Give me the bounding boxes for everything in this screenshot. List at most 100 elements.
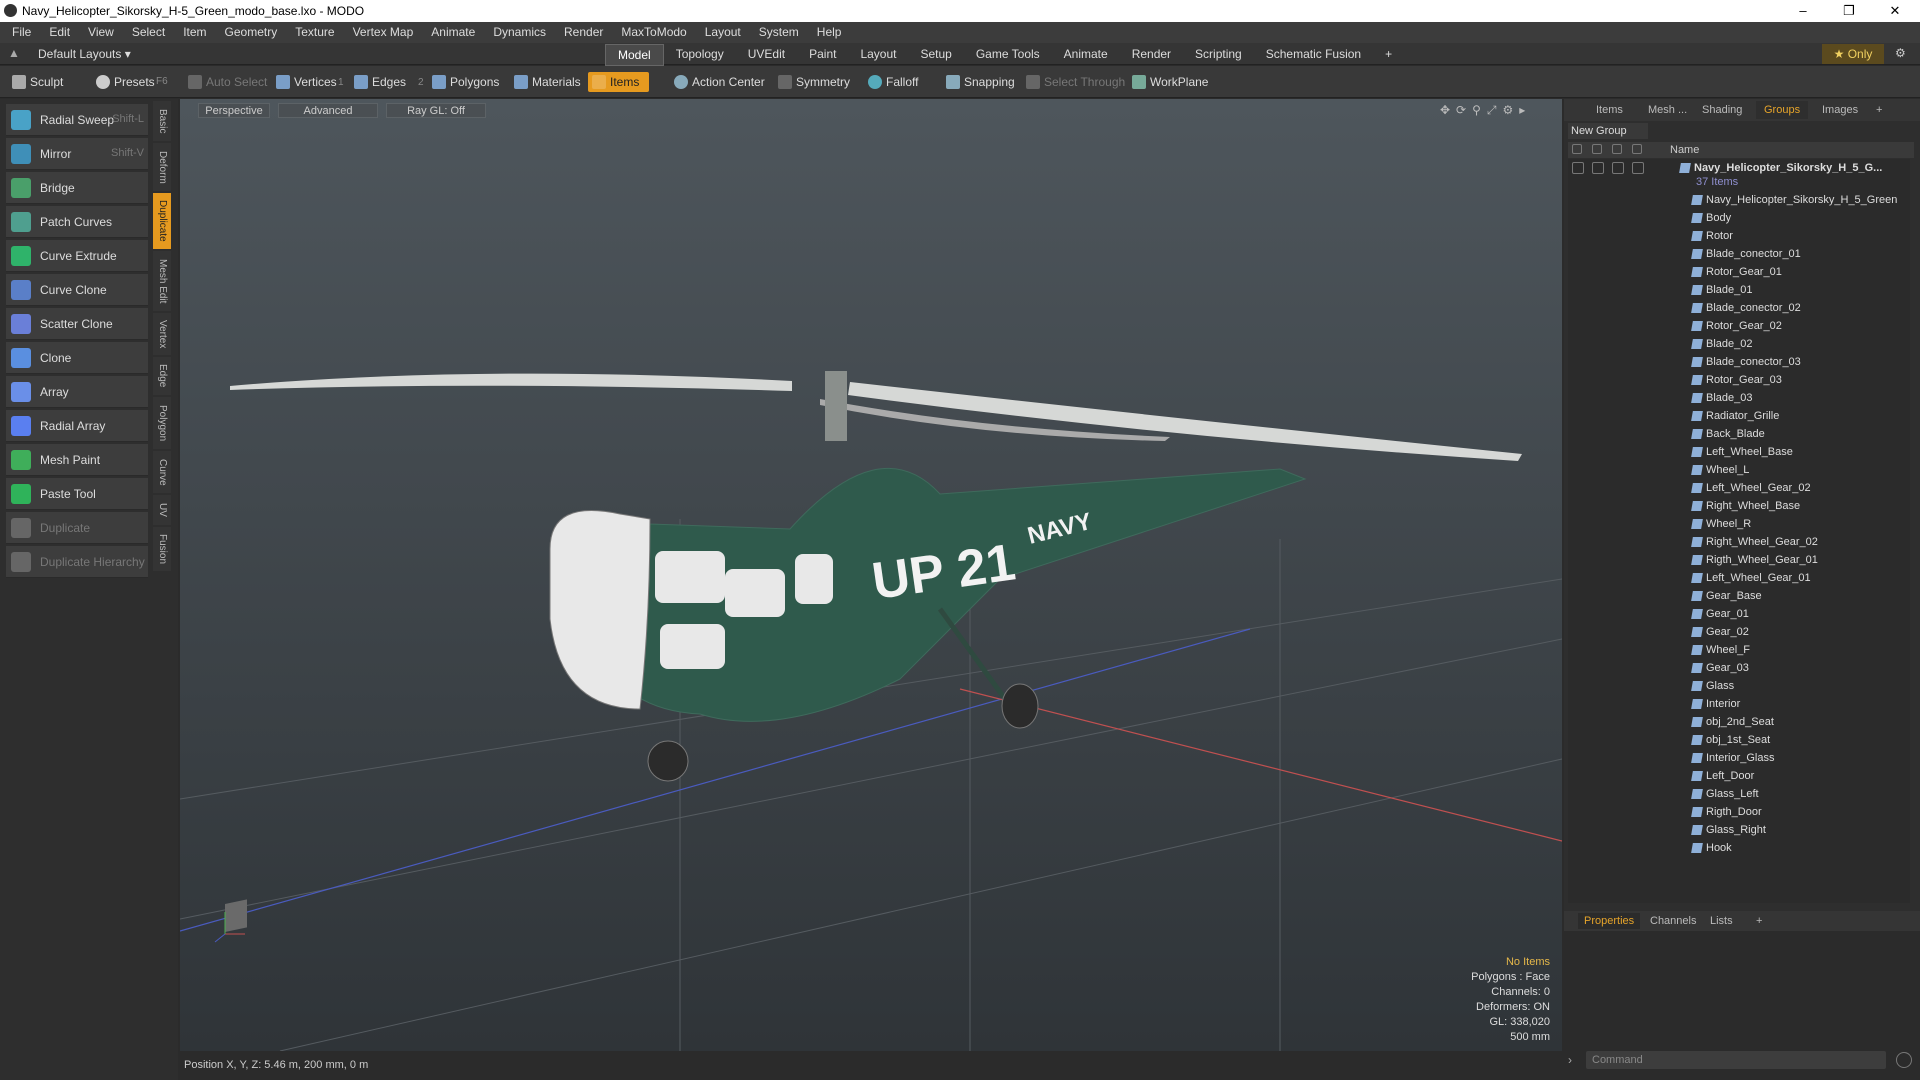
menu-animate[interactable]: Animate [422,22,484,43]
list-item[interactable]: Wheel_F [1568,641,1910,659]
materials-button[interactable]: Materials [510,72,581,92]
list-item[interactable]: obj_2nd_Seat [1568,713,1910,731]
list-item[interactable]: Rigth_Wheel_Gear_01 [1568,551,1910,569]
menu-render[interactable]: Render [555,22,612,43]
right-tab-shading[interactable]: Shading [1694,101,1750,119]
tab-layout[interactable]: Layout [848,44,908,66]
tool-duplicate-hierarchy[interactable]: Duplicate Hierarchy [6,546,148,578]
tool-curve-extrude[interactable]: Curve Extrude [6,240,148,272]
list-item[interactable]: Glass [1568,677,1910,695]
select-through-button[interactable]: Select Through [1022,72,1125,92]
workplane-button[interactable]: WorkPlane [1128,72,1208,92]
tab--[interactable]: + [1373,44,1404,66]
tab-game-tools[interactable]: Game Tools [964,44,1052,66]
vertices-button[interactable]: Vertices [272,72,337,92]
menu-texture[interactable]: Texture [286,22,343,43]
bottom-tab-properties[interactable]: Properties [1578,913,1641,929]
tool-scatter-clone[interactable]: Scatter Clone [6,308,148,340]
menu-edit[interactable]: Edit [40,22,79,43]
vtab-duplicate[interactable]: Duplicate [153,193,171,249]
right-tab-groups[interactable]: Groups [1756,101,1809,119]
list-item[interactable]: Blade_conector_03 [1568,353,1910,371]
list-item[interactable]: Body [1568,209,1910,227]
list-item[interactable]: Navy_Helicopter_Sikorsky_H_5_Green [1568,191,1910,209]
list-item[interactable]: Hook [1568,839,1910,857]
vtab-fusion[interactable]: Fusion [153,527,171,571]
restore-icon[interactable]: ❐ [1826,0,1872,22]
menu-file[interactable]: File [0,22,40,43]
tab-scripting[interactable]: Scripting [1183,44,1254,66]
list-item[interactable]: Wheel_L [1568,461,1910,479]
vtab-curve[interactable]: Curve [153,451,171,493]
menu-view[interactable]: View [79,22,123,43]
tool-bridge[interactable]: Bridge [6,172,148,204]
layout-dropdown[interactable]: Default Layouts ▾ [38,47,131,61]
new-group-button[interactable]: New Group [1568,123,1648,139]
right-tab-items[interactable]: Items [1588,101,1631,119]
polygons-button[interactable]: Polygons [428,72,499,92]
tab-uvedit[interactable]: UVEdit [736,44,797,66]
list-item[interactable]: Glass_Right [1568,821,1910,839]
auto-select-button[interactable]: Auto Select [184,72,267,92]
bottom-tab--[interactable]: + [1750,913,1768,929]
list-item[interactable]: Glass_Left [1568,785,1910,803]
list-item[interactable]: Right_Wheel_Gear_02 [1568,533,1910,551]
list-item[interactable]: Wheel_R [1568,515,1910,533]
sculpt-button[interactable]: Sculpt [8,72,63,92]
right-tab-mesh-[interactable]: Mesh ... [1640,101,1695,119]
info-icon[interactable] [1632,144,1642,154]
edges-button[interactable]: Edges [350,72,406,92]
menu-dynamics[interactable]: Dynamics [484,22,555,43]
list-item[interactable]: Gear_01 [1568,605,1910,623]
tab-schematic-fusion[interactable]: Schematic Fusion [1254,44,1373,66]
list-item[interactable]: Gear_Base [1568,587,1910,605]
tab-topology[interactable]: Topology [664,44,736,66]
tab-model[interactable]: Model [605,44,664,66]
tab-setup[interactable]: Setup [908,44,963,66]
command-history-icon[interactable] [1896,1052,1912,1068]
falloff-button[interactable]: Falloff [864,72,918,92]
vtab-mesh-edit[interactable]: Mesh Edit [153,251,171,311]
list-item[interactable]: Left_Wheel_Base [1568,443,1910,461]
list-item[interactable]: Rotor_Gear_03 [1568,371,1910,389]
only-button[interactable]: ★ Only [1822,44,1884,64]
list-item[interactable]: Left_Door [1568,767,1910,785]
vtab-polygon[interactable]: Polygon [153,397,171,449]
menu-help[interactable]: Help [808,22,851,43]
tool-clone[interactable]: Clone [6,342,148,374]
menu-vertex-map[interactable]: Vertex Map [344,22,423,43]
list-item[interactable]: Gear_03 [1568,659,1910,677]
list-item[interactable]: obj_1st_Seat [1568,731,1910,749]
list-item[interactable]: Rotor_Gear_02 [1568,317,1910,335]
action-center-button[interactable]: Action Center [670,72,765,92]
command-input[interactable]: Command [1586,1051,1886,1069]
items-button[interactable]: Items [588,72,650,92]
3d-viewport[interactable]: Perspective Advanced Ray GL: Off ✥⟳⚲⤢⚙▸ … [180,99,1562,1051]
list-item[interactable]: Radiator_Grille [1568,407,1910,425]
list-item[interactable]: Interior [1568,695,1910,713]
right-tab--[interactable]: + [1868,101,1890,119]
symmetry-button[interactable]: Symmetry [774,72,850,92]
tab-paint[interactable]: Paint [797,44,848,66]
tab-animate[interactable]: Animate [1052,44,1120,66]
tab-render[interactable]: Render [1120,44,1183,66]
list-item[interactable]: Gear_02 [1568,623,1910,641]
layout-arrow-icon[interactable]: ▲ [8,46,20,60]
list-item[interactable]: Back_Blade [1568,425,1910,443]
tool-radial-sweep[interactable]: Radial Sweep Shift-L [6,104,148,136]
presets-button[interactable]: Presets [92,72,155,92]
snapping-button[interactable]: Snapping [942,72,1015,92]
list-item[interactable]: Right_Wheel_Base [1568,497,1910,515]
bottom-tab-channels[interactable]: Channels [1644,913,1702,929]
gear-icon[interactable]: ⚙ [1895,46,1906,60]
tool-patch-curves[interactable]: Patch Curves [6,206,148,238]
list-item[interactable]: Rigth_Door [1568,803,1910,821]
tool-duplicate[interactable]: Duplicate [6,512,148,544]
menu-maxtomodo[interactable]: MaxToModo [612,22,695,43]
list-item[interactable]: Rotor [1568,227,1910,245]
vtab-deform[interactable]: Deform [153,143,171,191]
minimize-icon[interactable]: – [1780,0,1826,22]
menu-system[interactable]: System [750,22,808,43]
tool-curve-clone[interactable]: Curve Clone [6,274,148,306]
tool-radial-array[interactable]: Radial Array [6,410,148,442]
